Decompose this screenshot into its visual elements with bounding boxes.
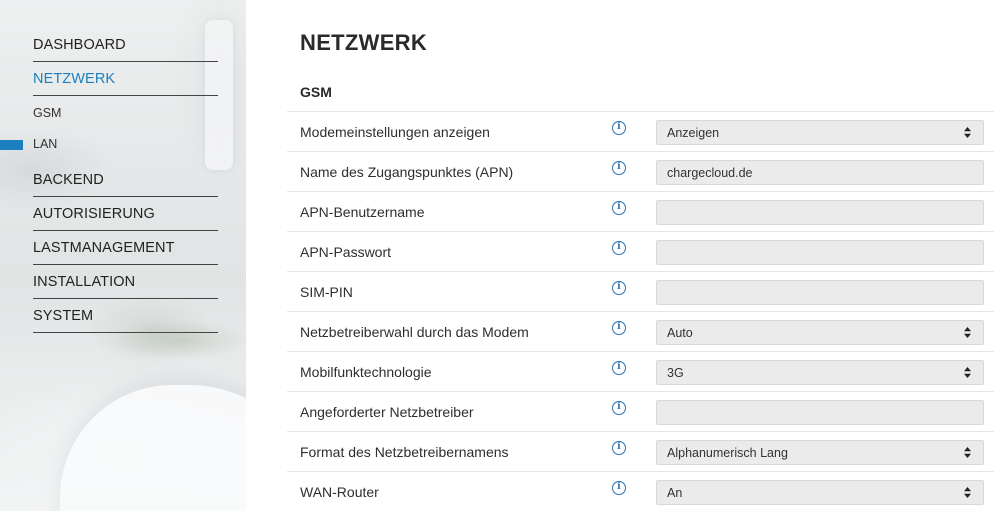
text-field[interactable] bbox=[656, 240, 984, 265]
field-label: SIM-PIN bbox=[300, 284, 353, 300]
nav-item-label: LASTMANAGEMENT bbox=[33, 240, 175, 256]
nav-item-installation[interactable]: INSTALLATION bbox=[33, 265, 218, 299]
field-label: Format des Netzbetreibernamens bbox=[300, 444, 509, 460]
text-field[interactable] bbox=[656, 280, 984, 305]
nav-subitem-label: LAN bbox=[33, 137, 58, 151]
nav-item-label: BACKEND bbox=[33, 172, 104, 188]
form-row: APN-Benutzername i bbox=[287, 191, 994, 231]
field-label: WAN-Router bbox=[300, 484, 379, 500]
field-label: Angeforderter Netzbetreiber bbox=[300, 404, 474, 420]
form-row: Mobilfunktechnologie i 3G bbox=[287, 351, 994, 391]
nav-item-label: AUTORISIERUNG bbox=[33, 206, 155, 222]
updown-chevron-icon bbox=[963, 366, 972, 379]
updown-chevron-icon bbox=[963, 486, 972, 499]
select-field[interactable]: An bbox=[656, 480, 984, 505]
form-row: Netzbetreiberwahl durch das Modem i Auto bbox=[287, 311, 994, 351]
page-title: NETZWERK bbox=[300, 30, 428, 55]
info-icon[interactable]: i bbox=[612, 121, 626, 135]
nav-item-lastmanagement[interactable]: LASTMANAGEMENT bbox=[33, 231, 218, 265]
nav-item-autorisierung[interactable]: AUTORISIERUNG bbox=[33, 197, 218, 231]
text-field[interactable] bbox=[656, 200, 984, 225]
updown-chevron-icon bbox=[963, 446, 972, 459]
info-icon[interactable]: i bbox=[612, 321, 626, 335]
form-row: Format des Netzbetreibernamens i Alphanume… bbox=[287, 431, 994, 471]
nav-item-label: NETZWERK bbox=[33, 71, 116, 87]
form-row: Name des Zugangspunktes (APN) i chargeclou… bbox=[287, 151, 994, 191]
field-label: Mobilfunktechnologie bbox=[300, 364, 432, 380]
select-field[interactable]: Anzeigen bbox=[656, 120, 984, 145]
nav-item-system[interactable]: SYSTEM bbox=[33, 299, 218, 333]
field-label: APN-Benutzername bbox=[300, 204, 425, 220]
text-field[interactable] bbox=[656, 400, 984, 425]
main-content: NETZWERK GSM Modemeinstellungen anzeigen… bbox=[246, 0, 1003, 511]
select-value: 3G bbox=[667, 366, 684, 380]
info-icon[interactable]: i bbox=[612, 201, 626, 215]
field-label: Name des Zugangspunktes (APN) bbox=[300, 164, 514, 180]
select-field[interactable]: Auto bbox=[656, 320, 984, 345]
nav-subitem-lan[interactable]: LAN bbox=[33, 132, 218, 158]
updown-chevron-icon bbox=[963, 326, 972, 339]
field-label: APN-Passwort bbox=[300, 244, 392, 260]
select-value: Alphanumerisch Lang bbox=[667, 446, 788, 460]
nav-subitem-label: GSM bbox=[33, 106, 62, 120]
form-row: Modemeinstellungen anzeigen i Anzeigen bbox=[287, 111, 994, 151]
updown-chevron-icon bbox=[963, 126, 972, 139]
nav-item-label: INSTALLATION bbox=[33, 274, 136, 290]
nav-item-netzwerk[interactable]: NETZWERK bbox=[33, 62, 218, 96]
field-label: Modemeinstellungen anzeigen bbox=[300, 124, 490, 140]
info-icon[interactable]: i bbox=[612, 241, 626, 255]
info-icon[interactable]: i bbox=[612, 401, 626, 415]
section-title: GSM bbox=[300, 84, 332, 100]
info-icon[interactable]: i bbox=[612, 481, 626, 495]
field-label: Netzbetreiberwahl durch das Modem bbox=[300, 324, 529, 340]
info-icon[interactable]: i bbox=[612, 281, 626, 295]
form-row: APN-Passwort i bbox=[287, 231, 994, 271]
select-field[interactable]: 3G bbox=[656, 360, 984, 385]
nav-item-label: SYSTEM bbox=[33, 308, 94, 324]
sidebar: DASHBOARD NETZWERK GSM LAN BACKEND AUTOR… bbox=[0, 0, 246, 511]
info-icon[interactable]: i bbox=[612, 361, 626, 375]
info-icon[interactable]: i bbox=[612, 441, 626, 455]
select-value: An bbox=[667, 486, 683, 500]
text-field[interactable]: chargecloud.de bbox=[656, 160, 984, 185]
select-value: Anzeigen bbox=[667, 126, 720, 140]
form-row: Angeforderter Netzbetreiber i bbox=[287, 391, 994, 431]
select-field[interactable]: Alphanumerisch Lang bbox=[656, 440, 984, 465]
nav-item-backend[interactable]: BACKEND bbox=[33, 163, 218, 197]
form-row: SIM-PIN i bbox=[287, 271, 994, 311]
form-row: WAN-Router i An bbox=[287, 471, 994, 511]
info-icon[interactable]: i bbox=[612, 161, 626, 175]
select-value: Auto bbox=[667, 326, 693, 340]
active-indicator bbox=[0, 140, 23, 150]
nav-subitem-gsm[interactable]: GSM bbox=[33, 101, 218, 127]
nav-item-dashboard[interactable]: DASHBOARD bbox=[33, 28, 218, 62]
nav-item-label: DASHBOARD bbox=[33, 37, 126, 53]
input-value: chargecloud.de bbox=[667, 166, 753, 180]
